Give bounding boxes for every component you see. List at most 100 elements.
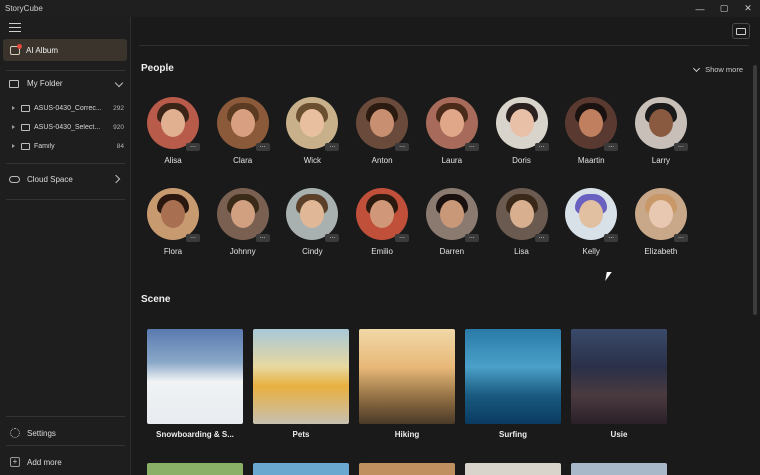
person-card[interactable]: ... Cindy <box>284 188 340 256</box>
person-card[interactable]: ... Anton <box>354 97 410 165</box>
folder-item[interactable]: ASUS-0430_Correc... 292 <box>12 101 124 115</box>
more-options-icon[interactable]: ... <box>186 233 200 242</box>
chevron-right-icon[interactable] <box>111 174 121 184</box>
person-card[interactable]: ... Darren <box>424 188 480 256</box>
avatar[interactable]: ... <box>356 97 410 151</box>
more-options-icon[interactable]: ... <box>534 142 549 151</box>
person-card[interactable]: ... Emilio <box>354 188 410 256</box>
app-title: StoryCube <box>5 4 43 13</box>
sidebar-item-cloud-space[interactable]: Cloud Space <box>9 174 125 184</box>
avatar[interactable]: ... <box>565 188 619 242</box>
more-options-icon[interactable]: ... <box>325 233 340 242</box>
panel-toggle-button[interactable] <box>732 23 750 39</box>
scene-thumbnail[interactable] <box>359 463 455 475</box>
avatar[interactable]: ... <box>634 97 688 151</box>
expand-arrow-icon[interactable] <box>12 144 15 148</box>
scene-thumbnail[interactable] <box>571 463 667 475</box>
show-more-button[interactable]: Show more <box>693 64 743 74</box>
chevron-down-icon[interactable] <box>114 78 124 88</box>
person-card[interactable]: ... Elizabeth <box>633 188 689 256</box>
main-content: People Show more ... Alisa... Clara... Wick… <box>131 17 760 475</box>
chevron-down-icon <box>693 64 701 72</box>
sidebar-item-my-folder[interactable]: My Folder <box>9 78 125 88</box>
scene-thumbnail[interactable] <box>571 329 667 424</box>
expand-arrow-icon[interactable] <box>12 125 15 129</box>
avatar[interactable]: ... <box>147 97 200 151</box>
gear-icon <box>10 428 20 438</box>
more-options-icon[interactable]: ... <box>395 142 410 151</box>
scene-card[interactable]: Usie <box>571 329 667 439</box>
settings-button[interactable]: Settings <box>10 428 56 438</box>
scene-label: Snowboarding & S... <box>156 430 234 439</box>
person-card[interactable]: ... Alisa <box>145 97 201 165</box>
maximize-button[interactable]: ▢ <box>712 0 736 17</box>
person-card[interactable]: ... Maartin <box>563 97 619 165</box>
folder-count: 920 <box>113 123 124 131</box>
folder-item[interactable]: Family 84 <box>12 139 124 153</box>
person-card[interactable]: ... Wick <box>284 97 340 165</box>
avatar[interactable]: ... <box>216 188 270 242</box>
avatar[interactable]: ... <box>356 188 410 242</box>
more-options-icon[interactable]: ... <box>186 142 200 151</box>
scene-card[interactable]: Hiking <box>359 329 455 439</box>
scene-thumbnail[interactable] <box>465 463 561 475</box>
person-card[interactable]: ... Flora <box>145 188 201 256</box>
avatar[interactable]: ... <box>286 188 340 242</box>
more-options-icon[interactable]: ... <box>673 142 688 151</box>
folder-icon <box>9 79 19 88</box>
scrollbar[interactable] <box>753 65 757 315</box>
divider <box>6 416 125 417</box>
scene-label: Hiking <box>394 430 420 439</box>
sidebar-item-label: Cloud Space <box>27 175 73 184</box>
person-card[interactable]: ... Kelly <box>563 188 619 256</box>
avatar[interactable]: ... <box>286 97 340 151</box>
more-options-icon[interactable]: ... <box>255 233 270 242</box>
plus-icon: + <box>10 457 20 467</box>
person-card[interactable]: ... Johnny <box>215 188 271 256</box>
more-options-icon[interactable]: ... <box>395 233 410 242</box>
scene-thumbnail[interactable] <box>465 329 561 424</box>
more-options-icon[interactable]: ... <box>325 142 340 151</box>
folder-name: ASUS-0430_Select... <box>34 123 101 131</box>
avatar[interactable]: ... <box>634 188 688 242</box>
scene-thumbnail[interactable] <box>253 463 349 475</box>
more-options-icon[interactable]: ... <box>604 233 619 242</box>
avatar[interactable]: ... <box>147 188 200 242</box>
avatar[interactable]: ... <box>216 97 270 151</box>
person-card[interactable]: ... Laura <box>424 97 480 165</box>
avatar[interactable]: ... <box>565 97 619 151</box>
scene-card[interactable]: Surfing <box>465 329 561 439</box>
sidebar-item-label: My Folder <box>27 79 63 88</box>
more-options-icon[interactable]: ... <box>673 233 688 242</box>
person-card[interactable]: ... Lisa <box>494 188 550 256</box>
more-options-icon[interactable]: ... <box>534 233 549 242</box>
cloud-icon <box>9 176 20 183</box>
scene-thumbnail[interactable] <box>147 329 243 424</box>
expand-arrow-icon[interactable] <box>12 106 15 110</box>
add-more-button[interactable]: + Add more <box>10 457 62 467</box>
more-options-icon[interactable]: ... <box>464 142 479 151</box>
folder-name: ASUS-0430_Correc... <box>34 104 102 112</box>
minimize-button[interactable]: — <box>688 0 712 17</box>
more-options-icon[interactable]: ... <box>604 142 619 151</box>
close-button[interactable]: ✕ <box>736 0 760 17</box>
scene-card[interactable]: Snowboarding & S... <box>147 329 243 439</box>
panel-icon <box>736 27 746 35</box>
more-options-icon[interactable]: ... <box>255 142 270 151</box>
folder-item[interactable]: ASUS-0430_Select... 920 <box>12 120 124 134</box>
avatar[interactable]: ... <box>425 188 479 242</box>
sidebar-item-ai-album[interactable]: AI Album <box>3 39 127 61</box>
person-card[interactable]: ... Clara <box>215 97 271 165</box>
person-card[interactable]: ... Doris <box>494 97 550 165</box>
scene-thumbnail[interactable] <box>253 329 349 424</box>
scene-card[interactable]: Pets <box>253 329 349 439</box>
more-options-icon[interactable]: ... <box>464 233 479 242</box>
avatar[interactable]: ... <box>425 97 479 151</box>
menu-icon[interactable] <box>9 23 21 33</box>
avatar[interactable]: ... <box>495 188 549 242</box>
person-name: Larry <box>651 156 670 165</box>
person-card[interactable]: ... Larry <box>633 97 689 165</box>
scene-thumbnail[interactable] <box>147 463 243 475</box>
scene-thumbnail[interactable] <box>359 329 455 424</box>
avatar[interactable]: ... <box>495 97 549 151</box>
